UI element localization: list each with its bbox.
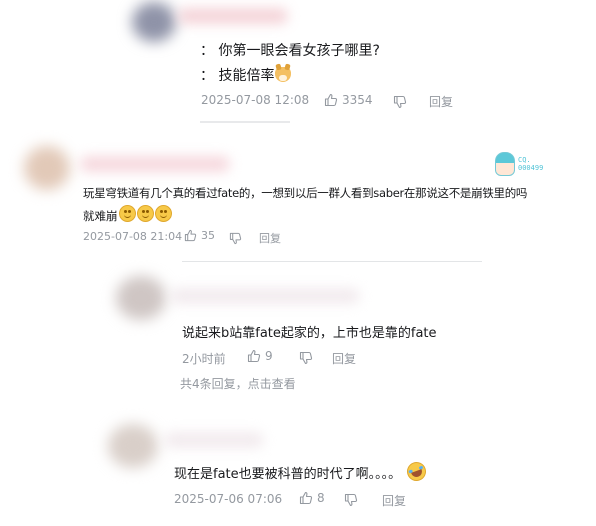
reply-text: 现在是fate也要被科普的时代了啊。。。。 [174,459,429,484]
username[interactable] [80,156,230,172]
thumbs-down-icon [229,232,242,245]
divider [200,121,290,123]
reply-button[interactable]: 回复 [382,492,406,509]
reply-text: 说起来b站靠fate起家的，上市也是靠的fate [182,326,437,341]
divider [182,261,482,262]
view-more-replies[interactable]: 共4条回复，点击查看 [180,375,296,392]
avatar[interactable] [108,424,158,468]
avatar[interactable] [116,276,166,320]
thumbs-down-icon [344,493,358,507]
avatar[interactable] [132,2,176,42]
like-count: 35 [201,229,215,242]
like-button[interactable]: 3354 [324,93,373,107]
emoji-icon [154,205,172,222]
dislike-button[interactable] [393,94,407,113]
emoji-icon [118,205,136,222]
username[interactable] [178,8,288,24]
avatar[interactable] [24,146,70,190]
reply-time: 2025-07-06 07:06 [174,492,283,506]
comment-time: 2025-07-08 21:04 [83,230,183,243]
like-button[interactable]: 8 [299,491,325,505]
like-count: 3354 [342,93,373,107]
reply-button[interactable]: 回复 [332,350,356,367]
like-button[interactable]: 35 [184,229,215,242]
thumbs-up-icon [299,491,313,505]
reply-button[interactable]: 回复 [259,230,281,246]
dislike-button[interactable] [229,230,242,249]
thumbs-up-icon [247,349,261,363]
comment-text-line-1: 玩星穹铁道有几个真的看过fate的，一想到以后一群人看到saber在那说这不是崩… [83,186,528,200]
badge-text: CQ. 000499 [518,156,544,172]
thumbs-up-icon [324,93,338,107]
reply-button[interactable]: 回复 [429,93,453,110]
comment-line-1: ： 你第一眼会看女孩子哪里? [200,43,380,59]
comment-text-line-2: 就难崩 [83,205,172,224]
like-button[interactable]: 9 [247,349,273,363]
username[interactable] [170,288,360,304]
thumbs-down-icon [299,351,313,365]
dog-emoji-icon [275,67,292,82]
badge-character-icon [495,152,515,176]
laughing-emoji-icon [404,459,429,484]
dislike-button[interactable] [344,492,358,511]
comment-time: 2025-07-08 12:08 [201,93,310,107]
emoji-icon [136,205,154,222]
thumbs-up-icon [184,229,197,242]
dislike-button[interactable] [299,350,313,369]
like-count: 8 [317,491,325,505]
like-count: 9 [265,349,273,363]
comment-line-2: ： 技能倍率 [200,65,292,85]
reply-time: 2小时前 [182,352,226,366]
username[interactable] [164,432,264,448]
fan-badge[interactable]: CQ. 000499 [495,152,559,176]
thumbs-down-icon [393,95,407,109]
